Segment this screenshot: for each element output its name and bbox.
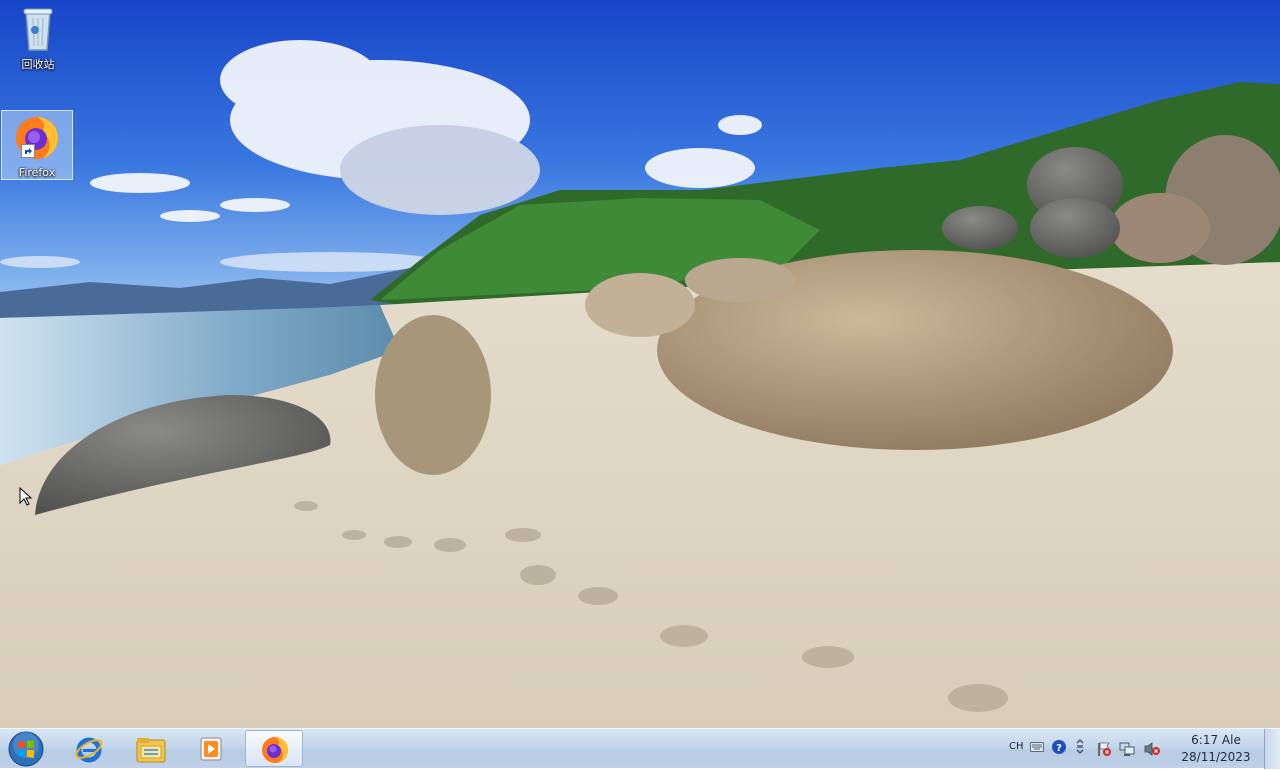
svg-text:?: ? [1056, 743, 1062, 754]
taskbar-clock[interactable]: 6:17 Ale 28/11/2023 [1176, 732, 1256, 766]
taskbar-button-firefox[interactable] [245, 730, 303, 767]
desktop-icon-firefox[interactable]: Firefox [1, 110, 73, 180]
taskbar-button-media-player[interactable] [182, 730, 240, 767]
clock-date: 28/11/2023 [1181, 750, 1251, 764]
mouse-cursor-icon [19, 486, 33, 511]
desktop-icon-label: Firefox [18, 166, 56, 179]
network-icon[interactable] [1119, 741, 1135, 760]
taskbar-button-internet-explorer[interactable] [60, 730, 118, 767]
firefox-icon [262, 737, 288, 763]
recycle-bin-icon [20, 8, 56, 55]
help-icon[interactable]: ? [1051, 739, 1067, 758]
desktop-wallpaper [0, 0, 1280, 728]
internet-explorer-icon [75, 737, 103, 763]
desktop-icon-label: 回收站 [21, 58, 55, 71]
system-tray: CH ? [1000, 729, 1176, 769]
tray-overflow-icon[interactable] [1075, 737, 1085, 758]
desktop-icon-recycle-bin[interactable]: 回收站 [2, 6, 74, 76]
volume-muted-icon[interactable] [1143, 741, 1161, 760]
firefox-icon [13, 114, 61, 165]
taskbar-button-windows-explorer[interactable] [121, 730, 179, 767]
taskbar: CH ? 6:17 Ale 28/11/2023 [0, 728, 1280, 769]
language-indicator[interactable]: CH [1009, 741, 1024, 752]
show-desktop-button[interactable] [1264, 729, 1280, 769]
action-center-flag-icon[interactable] [1096, 741, 1112, 760]
windows-explorer-icon [136, 738, 166, 763]
keyboard-icon[interactable] [1030, 742, 1044, 755]
windows-start-icon [8, 731, 44, 767]
media-player-icon [200, 737, 222, 761]
clock-time: 6:17 Ale [1191, 733, 1241, 747]
start-button[interactable] [6, 731, 46, 767]
shortcut-arrow-icon [21, 144, 35, 158]
